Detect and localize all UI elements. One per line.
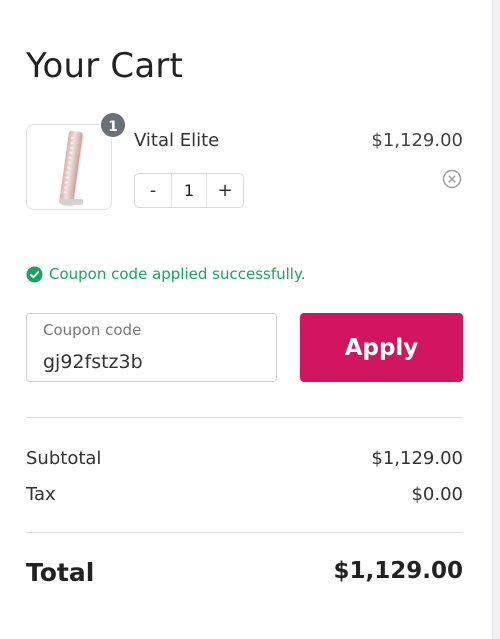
apply-button[interactable]: Apply — [300, 313, 463, 382]
subtotal-label: Subtotal — [26, 448, 102, 469]
product-price: $1,129.00 — [371, 130, 463, 151]
quantity-badge: 1 — [99, 111, 127, 139]
total-value: $1,129.00 — [333, 558, 464, 584]
quantity-stepper: - 1 + — [134, 173, 244, 208]
total-label: Total — [26, 558, 95, 587]
coupon-field-label: Coupon code — [43, 321, 142, 339]
product-image-stand — [61, 199, 83, 205]
scrollbar-track[interactable] — [492, 0, 500, 639]
divider — [26, 532, 463, 533]
product-image — [58, 130, 84, 206]
check-circle-icon — [26, 265, 43, 283]
page-title: Your Cart — [26, 46, 184, 86]
quantity-value[interactable]: 1 — [171, 174, 207, 207]
increment-button[interactable]: + — [207, 174, 243, 207]
product-thumbnail[interactable] — [26, 124, 112, 210]
coupon-success-text: Coupon code applied successfully. — [49, 265, 306, 283]
decrement-button[interactable]: - — [135, 174, 171, 207]
product-name: Vital Elite — [134, 130, 220, 151]
tax-label: Tax — [26, 484, 56, 505]
divider — [26, 417, 463, 418]
coupon-success-message: Coupon code applied successfully. — [26, 265, 305, 283]
close-circle-icon[interactable] — [442, 169, 462, 189]
tax-value: $0.00 — [411, 484, 463, 505]
subtotal-value: $1,129.00 — [371, 448, 463, 469]
coupon-field[interactable]: Coupon code — [26, 313, 277, 382]
coupon-input[interactable] — [43, 348, 258, 376]
